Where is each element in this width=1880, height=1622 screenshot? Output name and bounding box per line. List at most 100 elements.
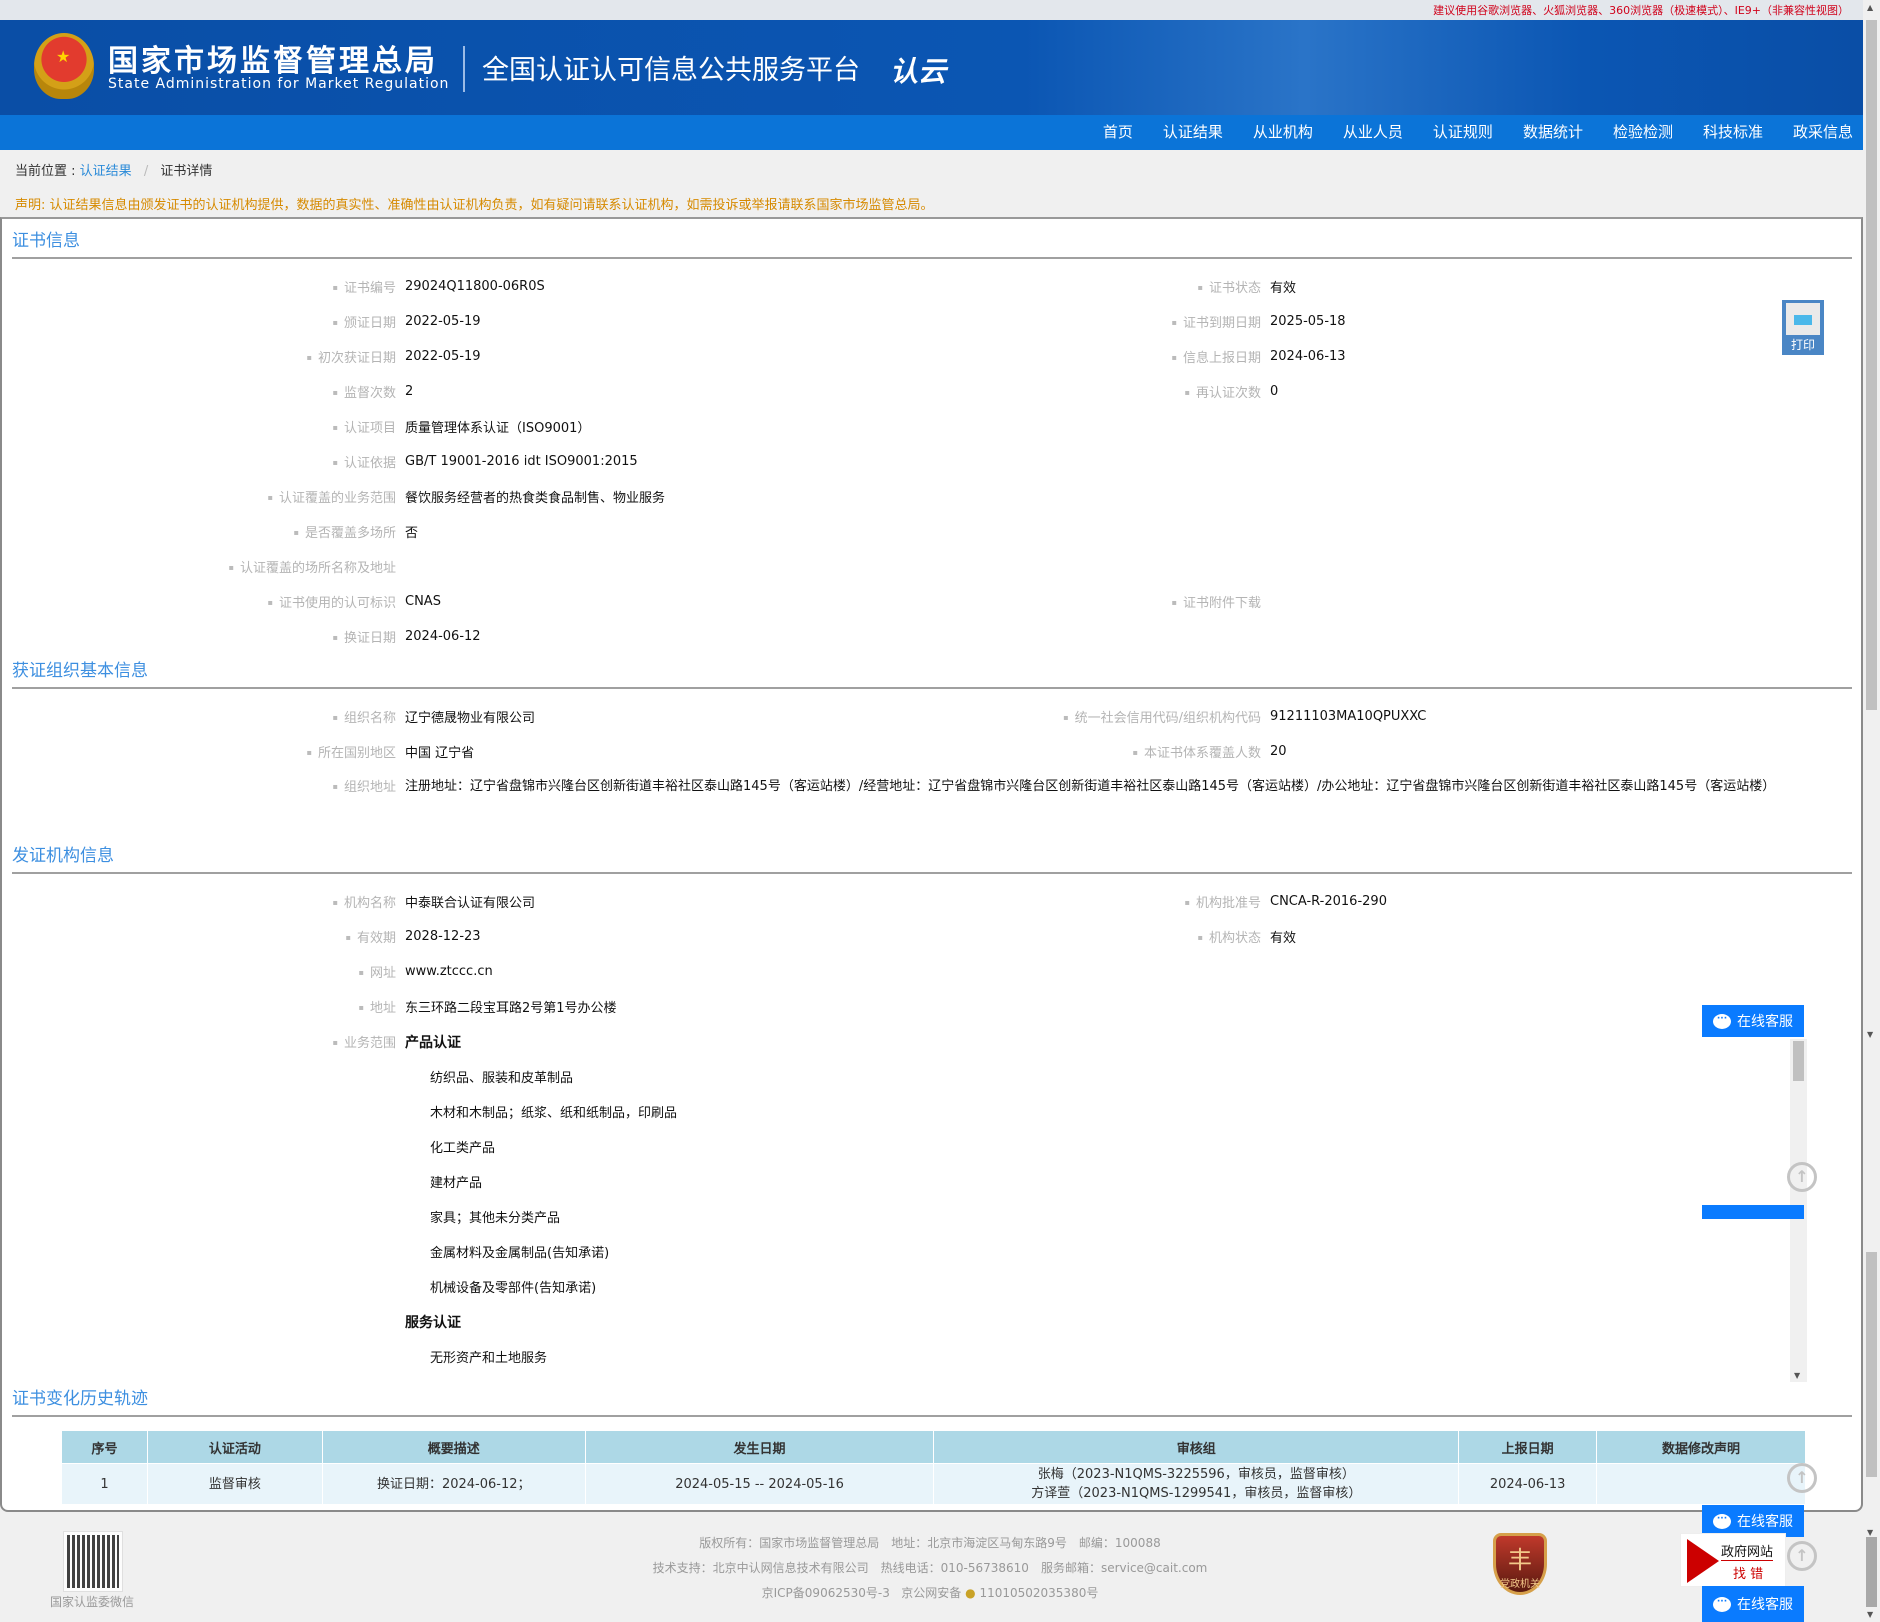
scope-group-row: .服务认证 — [12, 1304, 1852, 1339]
field-label: 所在国别地区 — [12, 742, 405, 761]
scroll-down-arrow-icon[interactable]: ▼ — [1794, 1371, 1800, 1380]
column-header[interactable]: 序号 — [61, 1430, 148, 1464]
field-row: 认证覆盖的场所名称及地址 — [12, 549, 1852, 584]
browser-tip: 建议使用谷歌浏览器、火狐浏览器、360浏览器（极速模式）、IE9+（非兼容性视图… — [1433, 4, 1849, 17]
breadcrumb-prefix: 当前位置 : — [15, 164, 76, 179]
scope-item-row: 无形资产和土地服务 — [12, 1339, 1852, 1374]
field-label: 证书到期日期 — [873, 312, 1270, 331]
detail-panel: 证书信息 证书编号29024Q11800-06R0S证书状态有效颁证日期2022… — [0, 217, 1863, 1512]
column-header[interactable]: 认证活动 — [146, 1430, 323, 1464]
police-link[interactable]: 11010502035380号 — [979, 1586, 1098, 1600]
field-row: 初次获证日期2022-05-19 信息上报日期2024-06-13 — [12, 339, 1852, 374]
print-button[interactable]: 打印 — [1782, 300, 1824, 355]
field-row: 认证依据GB/T 19001-2016 idt ISO9001:2015 — [12, 444, 1852, 479]
scope-item-row: 家具；其他未分类产品 — [12, 1199, 1852, 1234]
field-value: 有效 — [1270, 281, 1297, 296]
scope-item: 木材和木制品；纸浆、纸和纸制品，印刷品 — [430, 1106, 678, 1121]
party-gov-badge[interactable]: 丰党政机关 — [1493, 1533, 1547, 1595]
org-address-row: 组织地址 注册地址：辽宁省盘锦市兴隆台区创新街道丰裕社区泰山路145号（客运站楼… — [12, 769, 1852, 839]
column-header[interactable]: 数据修改声明 — [1596, 1430, 1806, 1464]
scroll-down-arrow-icon[interactable]: ▼ — [1867, 1610, 1873, 1619]
scope-heading: 服务认证 — [405, 1314, 461, 1331]
auditor: 张梅（2023-N1QMS-3225596，审核员，监督审核） — [1037, 1467, 1355, 1482]
nav-institutions[interactable]: 从业机构 — [1253, 115, 1313, 150]
scroll-up-arrow-icon[interactable]: ▲ — [1867, 3, 1873, 12]
scroll-down-arrow-icon[interactable]: ▼ — [1867, 1528, 1873, 1537]
scope-item: 机械设备及零部件(告知承诺) — [430, 1281, 597, 1296]
column-header[interactable]: 上报日期 — [1458, 1430, 1598, 1464]
field-value: 辽宁德晟物业有限公司 — [405, 711, 536, 726]
wechat-qr-code — [63, 1531, 123, 1592]
field-label: 组织名称 — [12, 707, 405, 726]
business-scope-box[interactable]: 业务范围产品认证纺织品、服装和皮革制品木材和木制品；纸浆、纸和纸制品，印刷品化工… — [12, 1024, 1852, 1382]
nav-cert-rules[interactable]: 认证规则 — [1433, 115, 1493, 150]
field-value: 29024Q11800-06R0S — [405, 279, 545, 294]
gov-site-label: 政府网站 — [1721, 1541, 1774, 1561]
field-label: 证书使用的认可标识 — [12, 592, 405, 611]
field-value: 东三环路二段宝耳路2号第1号办公楼 — [405, 1001, 617, 1016]
gov-site-error-report[interactable]: 政府网站 找 错 — [1680, 1533, 1786, 1587]
field-label: 证书编号 — [12, 277, 405, 296]
site-header: ★ 国家市场监督管理总局 State Administration for Ma… — [0, 20, 1863, 115]
back-to-top-icon[interactable]: ↑ — [1787, 1463, 1817, 1493]
field-value: 餐饮服务经营者的热食类食品制售、物业服务 — [405, 491, 666, 506]
field-label: 认证项目 — [12, 417, 405, 436]
field-label: 组织地址 — [12, 769, 405, 805]
breadcrumb-current: 证书详情 — [160, 164, 213, 179]
nav-standards[interactable]: 科技标准 — [1703, 115, 1763, 150]
field-label: 网址 — [12, 962, 405, 981]
breadcrumb-cert-results[interactable]: 认证结果 — [80, 164, 132, 179]
field-row: 地址东三环路二段宝耳路2号第1号办公楼 — [12, 989, 1852, 1024]
field-row: 组织名称辽宁德晟物业有限公司 统一社会信用代码/组织机构代码91211103MA1… — [12, 699, 1852, 734]
field-value: 2024-06-12 — [405, 629, 481, 644]
field-value: www.ztccc.cn — [405, 964, 493, 979]
field-value: GB/T 19001-2016 idt ISO9001:2015 — [405, 454, 638, 469]
nav-cert-results[interactable]: 认证结果 — [1163, 115, 1223, 150]
platform-title: 全国认证认可信息公共服务平台 — [482, 55, 860, 86]
badge-label: 党政机关 — [1500, 1579, 1540, 1590]
field-label: 有效期 — [12, 927, 405, 946]
column-header[interactable]: 发生日期 — [584, 1430, 935, 1464]
back-to-top-icon[interactable]: ↑ — [1787, 1162, 1817, 1192]
scope-item: 纺织品、服装和皮革制品 — [430, 1071, 574, 1086]
chat-bubble-icon: ··· — [1713, 1013, 1731, 1029]
main-nav: 首页 认证结果 从业机构 从业人员 认证规则 数据统计 检验检测 科技标准 政采… — [0, 115, 1863, 150]
nav-procurement[interactable]: 政采信息 — [1793, 115, 1853, 150]
field-label: 本证书体系覆盖人数 — [873, 742, 1270, 761]
online-service-button-clipped[interactable] — [1702, 1205, 1804, 1219]
agency-name-en: State Administration for Market Regulati… — [108, 76, 450, 92]
field-label: 是否覆盖多场所 — [12, 522, 405, 541]
police-badge-icon: ● — [965, 1586, 976, 1600]
agency-name: 国家市场监督管理总局 — [108, 44, 438, 79]
scope-heading: 产品认证 — [405, 1034, 461, 1051]
field-row: 有效期2028-12-23 机构状态有效 — [12, 919, 1852, 954]
badge-emblem-icon: 丰 — [1508, 1546, 1532, 1574]
field-row: 认证项目质量管理体系认证（ISO9001） — [12, 409, 1852, 444]
nav-inspection[interactable]: 检验检测 — [1613, 115, 1673, 150]
scrollbar-thumb[interactable] — [1866, 1252, 1877, 1477]
field-value: 91211103MA10QPUXXC — [1270, 709, 1427, 724]
scrollbar-thumb[interactable] — [1866, 20, 1877, 710]
page-scrollbar[interactable]: ▲ ▼ ▼ ▼ — [1863, 0, 1880, 1622]
column-header[interactable]: 审核组 — [933, 1430, 1460, 1464]
scrollbar-thumb[interactable] — [1866, 1537, 1877, 1607]
qr-caption: 国家认监委微信 — [50, 1595, 135, 1609]
back-to-top-icon[interactable]: ↑ — [1787, 1541, 1817, 1571]
online-service-button[interactable]: ··· 在线客服 — [1702, 1586, 1804, 1622]
column-header[interactable]: 概要描述 — [321, 1430, 586, 1464]
nav-personnel[interactable]: 从业人员 — [1343, 115, 1403, 150]
field-value: 2025-05-18 — [1270, 314, 1346, 329]
nav-home[interactable]: 首页 — [1103, 115, 1133, 150]
top-bar: 建议使用谷歌浏览器、火狐浏览器、360浏览器（极速模式）、IE9+（非兼容性视图… — [0, 0, 1863, 20]
chat-bubble-icon: ··· — [1713, 1513, 1731, 1529]
field-label: 机构状态 — [873, 927, 1270, 946]
icp-link[interactable]: 京ICP备09062530号-3 — [762, 1586, 890, 1600]
field-label: 换证日期 — [12, 627, 405, 646]
police-prefix: 京公网安备 — [901, 1586, 962, 1600]
nav-statistics[interactable]: 数据统计 — [1523, 115, 1583, 150]
field-value: CNCA-R-2016-290 — [1270, 894, 1387, 909]
scrollbar-thumb[interactable] — [1793, 1041, 1804, 1081]
online-service-button[interactable]: ··· 在线客服 — [1702, 1005, 1804, 1037]
scroll-down-arrow-icon[interactable]: ▼ — [1867, 1030, 1873, 1039]
cell-activity: 监督审核 — [146, 1463, 323, 1505]
